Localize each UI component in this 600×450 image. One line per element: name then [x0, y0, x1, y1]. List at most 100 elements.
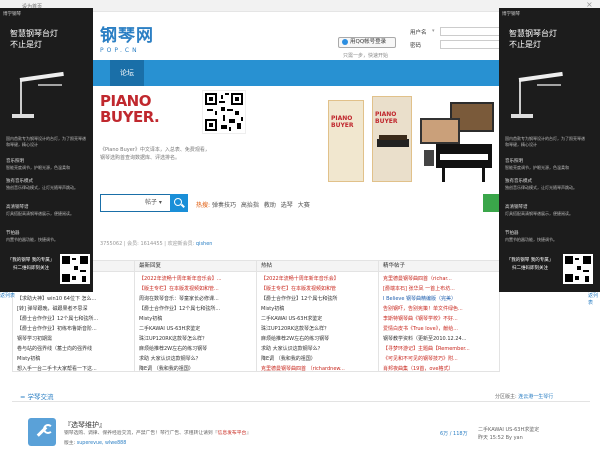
topic-link[interactable]: 【爵士合作作业】初练布鲁斯音阶... [17, 324, 130, 334]
topic-link[interactable]: Misty初稿 [17, 354, 130, 364]
topic-link[interactable]: 周询在数琴音乐：琴童家长必修课... [139, 294, 252, 304]
forum-desc-link[interactable]: 信息发布平台 [218, 431, 247, 436]
left-ad-panel[interactable]: 博学钢琴 智慧钢琴台灯 不止是灯 国内首款专为钢琴设计的台灯，为了照亮琴谱和琴键… [0, 8, 93, 292]
hot-item[interactable]: 大赛 [298, 202, 310, 209]
forum-desc-text: 钢琴选购、调律、保养经验交流，严禁广告！琴行广告、求租转让请到『 [64, 431, 218, 436]
password-input[interactable] [440, 40, 500, 49]
stat-posts: 3755062 [100, 241, 123, 247]
ad-qr-caption-line1: 「我的钢琴 我的专属」 [506, 258, 554, 263]
ad-feature-title: 高清钢琴谱 [505, 205, 528, 210]
search-category-select[interactable]: 帖子 ▾ [140, 194, 170, 212]
stat-member-label: 会员: [127, 241, 139, 247]
topic-link[interactable]: 【爵士合作作业】12个属七和弦所 [261, 294, 374, 304]
topic-link[interactable]: 【2022年流畅十周年新年音乐会】 [261, 274, 374, 284]
hot-item[interactable]: 教助 [264, 202, 276, 209]
topic-link[interactable]: 珠江UP120RK这款琴怎么样？ [261, 324, 374, 334]
topic-link[interactable]: 【爵士合作作业】12个属七和弦所... [17, 314, 130, 324]
username-label: 用户名 [410, 30, 427, 36]
topic-link[interactable]: 想入手一台二手卡大家帮看一下这... [17, 364, 130, 374]
section-mod-label: 分区版主: [495, 394, 517, 400]
back-to-list-left[interactable]: 返列表 [0, 292, 15, 299]
ad-feature-title: 独有音乐模式 [6, 179, 33, 184]
ad-qr-code [60, 254, 90, 284]
topic-link[interactable]: I Believe 钢琴曲精编版（完美） [383, 294, 497, 304]
logo-text: 钢琴网 [100, 26, 154, 46]
topic-link[interactable]: 麻烦给推荐2W左右的练习钢琴 [139, 344, 252, 354]
qq-login-button[interactable]: 用QQ帐号登录 [338, 37, 396, 48]
topic-link[interactable]: 告别钢吓，告别宪策！单文件绿色... [383, 304, 497, 314]
site-logo[interactable]: 钢琴网 POP.CN [100, 26, 160, 60]
ad-text: 国内首款专为钢琴设计的台灯，为了照亮琴谱和琴键，精心设计 [6, 136, 86, 147]
back-to-list-right[interactable]: 返列表 [588, 292, 600, 306]
ad-text: 灯具搭配高清钢琴谱展示，便捷阅读。 [505, 211, 573, 216]
search-button[interactable] [170, 194, 188, 212]
username-input[interactable] [440, 27, 500, 36]
topic-link[interactable]: 求助 大家认识这款钢琴么？ [139, 354, 252, 364]
ad-feature-title: 独有音乐模式 [505, 179, 532, 184]
topic-link[interactable]: 【版主专栏】在本版发视频如和管... [139, 284, 252, 294]
banner-desc-line2: 钢琴选购首查询数据库、评选排名。 [100, 155, 181, 161]
piano-buyer-logo[interactable]: PIANO BUYER. [100, 93, 170, 129]
section-title[interactable]: = 学琴交流 [20, 391, 54, 401]
topic-link[interactable]: 《可见和不可见的钢琴技巧》附... [383, 354, 497, 364]
hot-item[interactable]: 高抬指 [241, 202, 259, 209]
topic-link[interactable]: 爱情白皮书《True love》，献给... [383, 324, 497, 334]
piano-buyer-logo-line1: PIANO [100, 92, 152, 110]
column-header: 最新回复 [135, 261, 256, 272]
forum-mod-links[interactable]: superevue, wlwe888 [77, 441, 127, 446]
topic-link[interactable]: 珠江UP120RK这款琴怎么样？ [139, 334, 252, 344]
ad-header: 博学钢琴 [3, 12, 21, 17]
last-post-title[interactable]: 二手KAWAI US-63H求鉴定 [478, 426, 539, 434]
nav-item-forum[interactable]: 论坛 [110, 60, 144, 86]
book-title-1: PIANO BUYER [331, 115, 354, 129]
topic-link[interactable]: 李斯特钢琴曲《钢琴学校》不好... [383, 314, 497, 324]
topic-link[interactable]: 【求助大神】win10 64位下 怎么... [17, 294, 130, 304]
topic-column-4: 精华帖子 克里德曼钢琴曲四首（richar... [爵端本石] 张华凤 一首上布坊… [379, 261, 501, 374]
ad-qr-caption-line1: 「我的钢琴 我的专属」 [7, 258, 55, 263]
topic-link[interactable]: 【版主专栏】在本版发视频如和管 [261, 284, 374, 294]
banner-desc-line1: 《Piano Buyer》中文译本，入总表、免费观看， [100, 147, 210, 153]
topic-link[interactable]: Misty初稿 [261, 304, 374, 314]
topic-link[interactable]: 钢琴学习初期需 [17, 334, 130, 344]
topic-link[interactable]: 降E调 （我和我的祖国） [139, 364, 252, 374]
forum-counts: 6万 / 118万 [440, 431, 468, 437]
topic-link[interactable]: 【爵士合作作业】12个属七和弦所... [139, 304, 252, 314]
topic-link[interactable]: 克里德曼钢琴曲四首 （richardnew... [261, 364, 374, 374]
logo-domain: POP.CN [100, 47, 140, 54]
book-cover-1[interactable]: PIANO BUYER [328, 100, 364, 182]
right-ad-panel[interactable]: 博学钢琴 智慧钢琴台灯 不止是灯 国内首款专为钢琴设计的台灯，为了照亮琴谱和琴键… [499, 8, 600, 292]
topic-link[interactable]: 【寻梦环游记】主题曲【Remember... [383, 344, 497, 354]
topic-link[interactable]: Misty初稿 [139, 314, 252, 324]
topic-link[interactable]: 【2022年流畅十周年新年音乐会】... [139, 274, 252, 284]
topic-link[interactable]: [转] 弹琴跟晚，磁跟果者不思深 [17, 304, 130, 314]
topic-link[interactable]: 二手KAWAI US-63H求鉴定 [139, 324, 252, 334]
search-category-label: 帖子 [145, 199, 158, 206]
ad-qr-caption-line2: 扫二维码即刻关注 [512, 266, 548, 271]
topic-link[interactable]: 麻烦给推荐2W左右的练习钢琴 [261, 334, 374, 344]
book-cover-2[interactable]: PIANO BUYER [372, 96, 412, 182]
piano-buyer-logo-line2: BUYER. [100, 108, 160, 126]
chevron-down-icon[interactable]: ▾ [432, 28, 438, 34]
ad-text: 独创音乐律动模式，让灯光随琴声跳动。 [505, 185, 577, 190]
topic-link[interactable]: [爵端本石] 张华凤 一首上布坊... [383, 284, 497, 294]
topic-link[interactable]: 求助 大家认识这款钢琴么？ [261, 344, 374, 354]
hot-item[interactable]: 选琴 [281, 202, 293, 209]
ad-title: 智慧钢琴台灯 [509, 29, 557, 38]
topic-link[interactable]: 二手KAWAI US-63H求鉴定 [261, 314, 374, 324]
forum-mod-label: 版主: [64, 441, 76, 446]
section-mod-link[interactable]: 连云港一生琴行 [518, 394, 553, 400]
topic-link[interactable]: 卷与站的强界线（蓄士向的强界线 [17, 344, 130, 354]
wrench-icon[interactable] [28, 418, 56, 446]
hot-item[interactable]: 弹奏技巧 [212, 202, 236, 209]
topic-link[interactable]: 肖邦夜曲集（19首，ove格式） [383, 364, 497, 374]
forum-title[interactable]: 『选琴维护』 [64, 420, 106, 430]
ad-subtitle: 不止是灯 [10, 40, 42, 49]
column-header: 精华帖子 [379, 261, 501, 272]
ad-text: 灯具搭配高清钢琴谱展示，便捷阅读。 [6, 211, 74, 216]
post-button[interactable] [483, 194, 499, 212]
topic-link[interactable]: 克里德曼钢琴曲四首（richar... [383, 274, 497, 284]
topic-link[interactable]: 降E调 （我和我的祖国） [261, 354, 374, 364]
new-member-link[interactable]: qishen [196, 241, 213, 247]
topic-link[interactable]: 钢琴教学资料（更新至2010.12.24... [383, 334, 497, 344]
register-hint[interactable]: 只需一步，快速开始 [343, 52, 388, 59]
